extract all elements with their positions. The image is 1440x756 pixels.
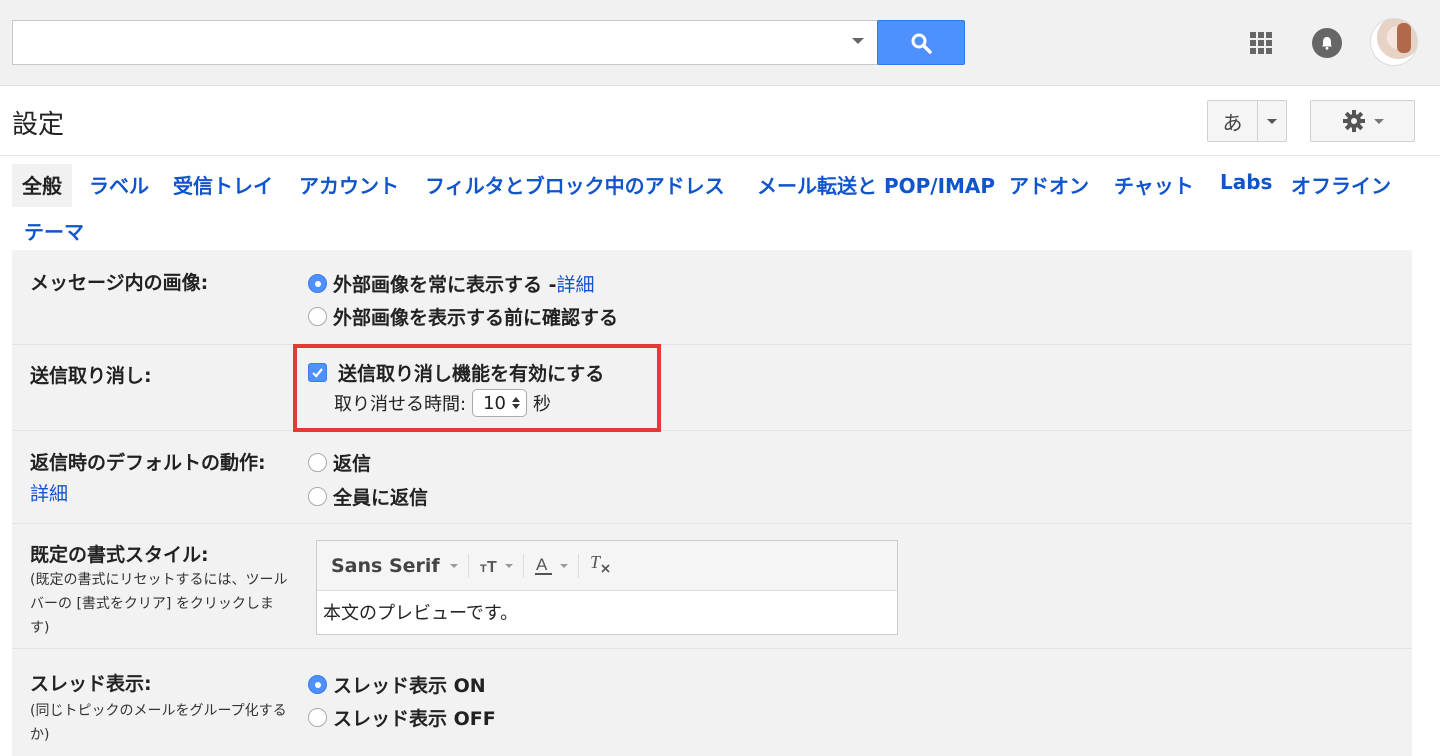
search-button[interactable] <box>877 20 965 65</box>
images-always-show-option[interactable]: 外部画像を常に表示する - 詳細 <box>308 270 595 297</box>
tab-labels[interactable]: ラベル <box>89 170 149 199</box>
search-input[interactable] <box>12 20 878 65</box>
undo-send-highlight-box <box>293 344 661 432</box>
text-style-preview[interactable]: 本文のプレビューです。 <box>317 591 897 633</box>
reply-all-option[interactable]: 全員に返信 <box>308 483 428 510</box>
threading-label: スレッド表示: <box>30 673 152 695</box>
svg-text:T: T <box>487 559 497 575</box>
settings-gear-button[interactable] <box>1310 100 1415 142</box>
tab-chat[interactable]: チャット <box>1114 170 1194 199</box>
reply-option[interactable]: 返信 <box>308 449 371 476</box>
threading-off-option[interactable]: スレッド表示 OFF <box>308 704 496 731</box>
search-options-dropdown-icon[interactable] <box>852 38 864 44</box>
threading-on-option[interactable]: スレッド表示 ON <box>308 671 486 698</box>
toolbar-divider <box>467 553 469 578</box>
text-color-icon[interactable]: A <box>534 555 568 577</box>
reply-behavior-label: 返信時のデフォルトの動作: <box>30 452 266 474</box>
setting-row-threading: スレッド表示: (同じトピックのメールをグループ化するか) スレッド表示 ON … <box>12 649 1412 756</box>
tab-forwarding[interactable]: メール転送と POP/IMAP <box>757 170 995 199</box>
settings-header: 設定 あ <box>0 86 1440 156</box>
radio-selected[interactable] <box>308 274 327 293</box>
text-style-note: (既定の書式にリセットするには、ツールバーの [書式をクリア] をクリックします… <box>30 572 288 636</box>
reply-option-label: 返信 <box>333 453 372 475</box>
toolbar-divider <box>522 553 524 578</box>
tab-labs[interactable]: Labs <box>1220 170 1272 194</box>
top-bar <box>0 0 1440 86</box>
tab-accounts[interactable]: アカウント <box>299 170 399 199</box>
gear-icon <box>1342 110 1365 132</box>
reply-learn-more-link[interactable]: 詳細 <box>30 479 68 506</box>
images-ask-option[interactable]: 外部画像を表示する前に確認する <box>308 303 618 330</box>
toolbar-divider <box>577 553 579 578</box>
formatting-toolbar: Sans Serif TT A T <box>317 541 897 591</box>
input-tools-dropdown[interactable] <box>1258 101 1286 141</box>
threading-on-label: スレッド表示 ON <box>333 675 486 697</box>
images-learn-more-link[interactable]: 詳細 <box>557 270 595 297</box>
radio-unselected[interactable] <box>308 487 327 506</box>
threading-off-label: スレッド表示 OFF <box>333 708 496 730</box>
svg-text:A: A <box>536 555 548 574</box>
setting-row-images: メッセージ内の画像: 外部画像を常に表示する - 詳細 外部画像を表示する前に確… <box>12 250 1412 345</box>
radio-selected[interactable] <box>308 675 327 694</box>
setting-row-reply-behavior: 返信時のデフォルトの動作: 詳細 返信 全員に返信 <box>12 431 1412 524</box>
images-option2-label: 外部画像を表示する前に確認する <box>333 307 619 329</box>
tab-offline[interactable]: オフライン <box>1291 170 1391 199</box>
setting-row-undo-send: 送信取り消し: 送信取り消し機能を有効にする 取り消せる時間: 10 秒 <box>12 345 1412 431</box>
svg-text:T: T <box>480 563 487 575</box>
images-label: メッセージ内の画像: <box>30 272 209 294</box>
chevron-down-icon[interactable] <box>449 563 458 568</box>
tab-filters[interactable]: フィルタとブロック中のアドレス <box>425 170 725 199</box>
font-size-icon[interactable]: TT <box>479 557 513 575</box>
tab-addons[interactable]: アドオン <box>1009 170 1089 199</box>
avatar[interactable] <box>1370 18 1418 66</box>
apps-grid-icon[interactable] <box>1250 32 1272 54</box>
settings-panel: メッセージ内の画像: 外部画像を常に表示する - 詳細 外部画像を表示する前に確… <box>12 250 1412 756</box>
chevron-down-icon <box>1373 118 1384 124</box>
input-tools-label: あ <box>1208 101 1258 141</box>
text-style-label: 既定の書式スタイル: <box>30 544 209 566</box>
tab-themes[interactable]: テーマ <box>24 216 84 245</box>
chevron-down-icon <box>1267 118 1277 124</box>
svg-text:T: T <box>590 553 602 572</box>
notifications-icon[interactable] <box>1312 28 1342 58</box>
input-tools-button[interactable]: あ <box>1207 100 1287 142</box>
clear-formatting-icon[interactable]: T <box>589 552 613 579</box>
radio-unselected[interactable] <box>308 307 327 326</box>
undo-send-label: 送信取り消し: <box>30 365 152 387</box>
page-title: 設定 <box>12 110 65 140</box>
radio-unselected[interactable] <box>308 708 327 727</box>
search-icon <box>911 33 932 54</box>
reply-all-option-label: 全員に返信 <box>333 487 429 509</box>
images-option1-label: 外部画像を常に表示する - <box>333 274 557 296</box>
bell-icon <box>1322 37 1332 50</box>
tab-inbox[interactable]: 受信トレイ <box>173 170 273 199</box>
text-style-editor: Sans Serif TT A T 本文のプレビューです。 <box>316 540 898 635</box>
radio-unselected[interactable] <box>308 453 327 472</box>
tab-general[interactable]: 全般 <box>12 164 72 207</box>
font-family-select[interactable]: Sans Serif <box>331 555 440 577</box>
threading-note: (同じトピックのメールをグループ化するか) <box>30 703 287 743</box>
